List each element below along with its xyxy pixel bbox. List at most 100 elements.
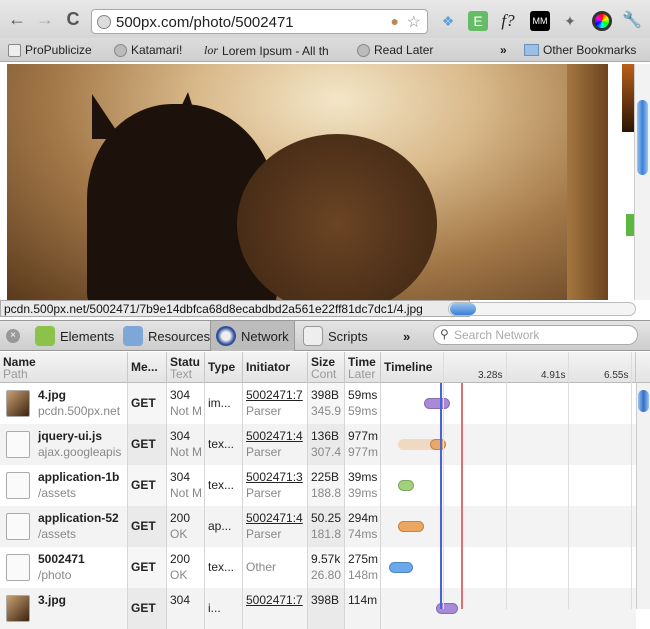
cell-value: 200	[170, 511, 191, 525]
pin-icon[interactable]: ✦	[560, 11, 580, 31]
wrench-icon[interactable]: 🔧	[622, 11, 642, 31]
tab-label: Elements	[60, 328, 115, 344]
table-row[interactable]: 5002471/photo GET 200 OK tex... Other 9.57k 26.…	[0, 547, 636, 588]
column-header-status[interactable]: Statu Text	[167, 352, 205, 383]
back-button[interactable]: ←	[6, 9, 28, 30]
close-devtools-icon[interactable]: ×	[6, 329, 20, 343]
bookmark-label: Katamari!	[131, 43, 183, 57]
cell-value: 114m	[348, 593, 378, 607]
cell-size: 50.25 181.8	[308, 506, 345, 547]
search-placeholder: Search Network	[454, 328, 540, 342]
cell-size: 398B 345.9	[308, 383, 345, 424]
cell-status: 304 Not M	[167, 424, 205, 465]
cell-type: tex...	[205, 547, 243, 588]
timeline-tick: 6.55s	[604, 370, 629, 381]
tab-resources[interactable]: Resources	[118, 321, 215, 351]
cell-value[interactable]: 5002471:4	[246, 510, 304, 526]
timeline-bar[interactable]	[398, 521, 424, 532]
search-network-input[interactable]: ⚲ Search Network	[433, 325, 638, 345]
column-header-name[interactable]: Name Path	[0, 352, 128, 383]
cell-value[interactable]: 5002471:7	[246, 592, 304, 608]
page-scroll-thumb[interactable]	[637, 100, 648, 175]
cell-time: 294m 74ms	[345, 506, 381, 547]
table-row[interactable]: 4.jpg pcdn.500px.net GET 304 Not M im... 50024…	[0, 383, 636, 424]
column-header-method[interactable]: Me...	[128, 352, 167, 383]
request-path: /assets	[38, 527, 77, 541]
address-bar[interactable]: 500px.com/photo/5002471 ● ☆	[91, 9, 428, 34]
devtools-overflow-button[interactable]: »	[398, 321, 415, 351]
font-query-icon[interactable]: f?	[498, 11, 518, 31]
horizontal-scroll-thumb[interactable]	[450, 303, 476, 315]
column-header-timeline[interactable]: Timeline	[381, 352, 636, 383]
forward-button[interactable]: →	[34, 9, 56, 30]
bookmark-propublicize[interactable]: ProPublicize	[8, 43, 92, 57]
table-row[interactable]: application-52/assets GET 200 OK ap... 500247…	[0, 506, 636, 547]
column-subtitle: Later	[348, 367, 376, 381]
timeline-bar[interactable]	[424, 398, 450, 409]
load-event-line	[461, 383, 463, 609]
timeline-bar[interactable]	[398, 480, 414, 491]
mm-extension-icon[interactable]: MM	[530, 11, 550, 31]
timeline-gridline	[631, 352, 632, 609]
table-row[interactable]: application-1b/assets GET 304 Not Mtex... 50…	[0, 465, 636, 506]
column-title: Timeline	[384, 360, 433, 374]
cell-size: 136B 307.4	[308, 424, 345, 465]
cell-subvalue: OK	[170, 527, 188, 541]
cell-value: tex...	[208, 560, 235, 574]
network-scroll-thumb[interactable]	[638, 390, 649, 412]
cookie-blocked-icon[interactable]: ●	[391, 13, 399, 29]
timeline-gridline	[506, 352, 507, 609]
resources-icon	[123, 326, 143, 346]
cell-type: tex...	[205, 465, 243, 506]
cell-size: 225B 188.8	[308, 465, 345, 506]
tab-scripts[interactable]: Scripts	[298, 321, 373, 351]
cell-status: 304 Not M	[167, 383, 205, 424]
dom-content-loaded-line	[440, 383, 442, 609]
cell-value: 59ms	[348, 388, 378, 402]
tab-label: Network	[241, 328, 289, 344]
cell-value[interactable]: 5002471:4	[246, 428, 304, 444]
cell-time: 977m 977m	[345, 424, 381, 465]
evernote-icon[interactable]: E	[468, 11, 488, 31]
cell-value[interactable]: 5002471:3	[246, 469, 304, 485]
cell-value: GET	[131, 437, 156, 451]
column-header-initiator[interactable]: Initiator	[243, 352, 308, 383]
page-horizontal-scrollbar[interactable]	[448, 302, 636, 316]
cell-initiator: 5002471:3 Parser	[243, 465, 308, 506]
bookmark-read-later[interactable]: Read Later	[357, 43, 433, 57]
cell-value: 304	[170, 429, 191, 443]
color-wheel-icon[interactable]	[592, 11, 612, 31]
cat-photo	[7, 64, 608, 300]
cell-value[interactable]: 5002471:7	[246, 387, 304, 403]
reload-button[interactable]: C	[62, 9, 84, 30]
cell-value: 977m	[348, 429, 379, 443]
cell-value: tex...	[208, 437, 235, 451]
tab-elements[interactable]: Elements	[30, 321, 119, 351]
sidebar-thumbnail[interactable]	[622, 64, 634, 132]
bookmark-lorem-ipsum[interactable]: lor Lorem Ipsum - All th	[204, 43, 344, 58]
js-file-icon	[6, 431, 30, 458]
tab-network[interactable]: Network	[210, 321, 295, 351]
dropbox-icon[interactable]: ❖	[438, 11, 458, 31]
bookmark-star-icon[interactable]: ☆	[407, 12, 421, 32]
cell-subvalue: 26.80	[311, 568, 342, 582]
cell-subvalue: Parser	[246, 527, 282, 541]
network-scrollbar[interactable]	[636, 383, 650, 609]
column-header-type[interactable]: Type	[205, 352, 243, 383]
cell-subvalue: 977m	[348, 445, 379, 459]
column-header-time[interactable]: Time Later	[345, 352, 381, 383]
cell-name: application-1b/assets	[0, 465, 128, 506]
cell-value: GET	[131, 519, 156, 533]
column-header-size[interactable]: Size Cont	[308, 352, 345, 383]
timeline-bar[interactable]	[389, 562, 413, 573]
cell-value: 136B	[311, 429, 340, 443]
bookmarks-overflow-button[interactable]: »	[500, 43, 507, 57]
timeline-gridline	[443, 352, 444, 609]
other-bookmarks[interactable]: Other Bookmarks	[524, 43, 636, 57]
sidebar-green-button[interactable]	[626, 214, 634, 236]
table-row[interactable]: jquery-ui.js ajax.googleapis GET 304 Not M te…	[0, 424, 636, 465]
cell-subvalue: 345.9	[311, 404, 342, 418]
bookmark-katamari[interactable]: Katamari!	[114, 43, 182, 57]
cell-time: 39ms 39ms	[345, 465, 381, 506]
bookmarks-bar: ProPublicize Katamari! lor Lorem Ipsum - …	[0, 38, 650, 62]
